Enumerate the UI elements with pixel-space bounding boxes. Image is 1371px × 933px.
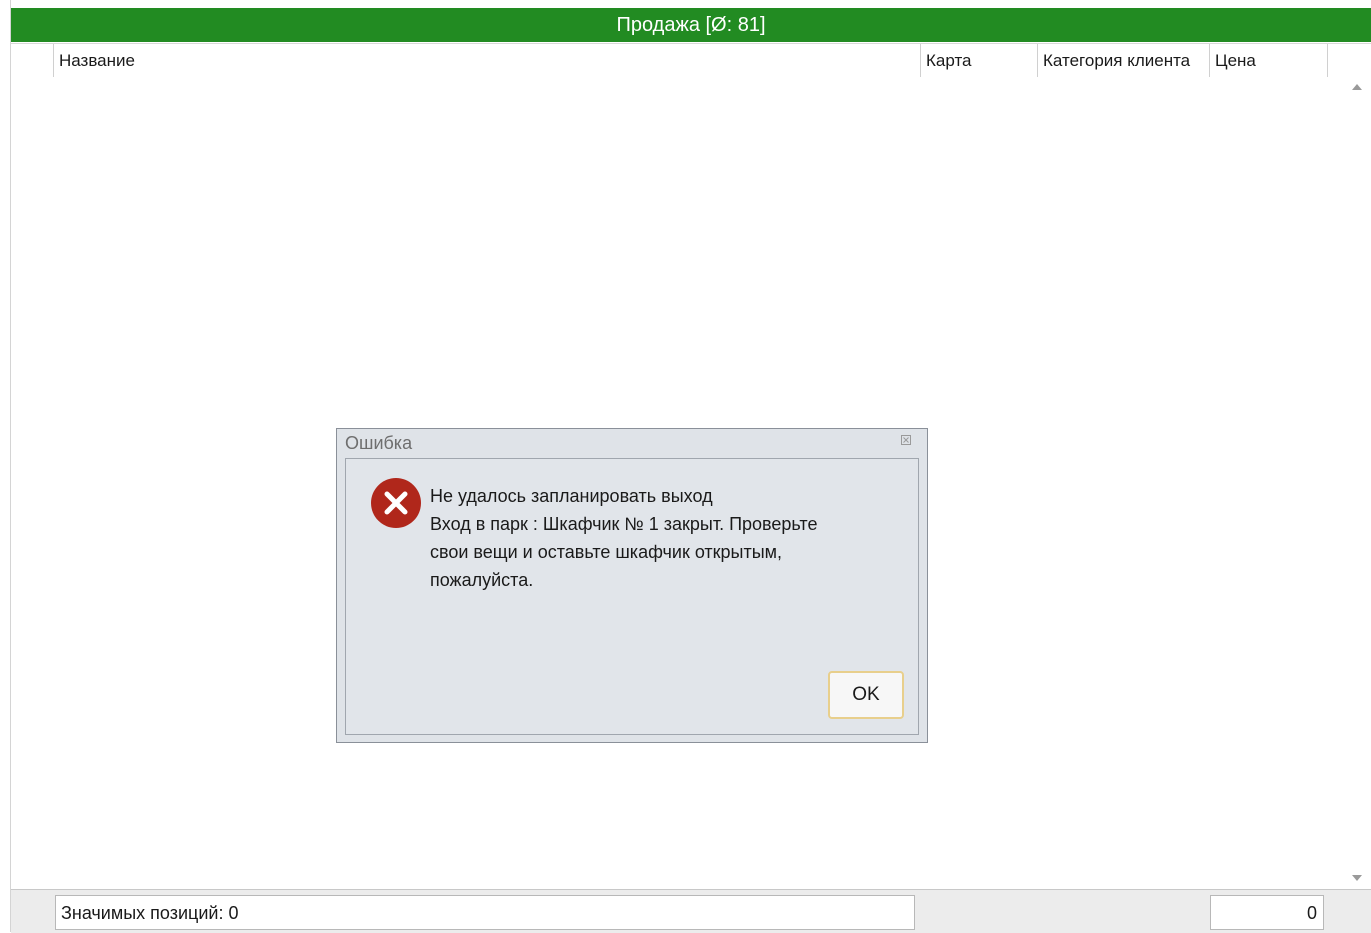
ok-button[interactable]: OK (828, 671, 904, 719)
column-header-card[interactable]: Карта (920, 44, 1038, 77)
vertical-scrollbar[interactable] (1344, 77, 1371, 888)
error-message-line: свои вещи и оставьте шкафчик открытым, (430, 542, 783, 562)
significant-positions-field: Значимых позиций: 0 (55, 895, 915, 930)
error-message-line: Вход в парк : Шкафчик № 1 закрыт. Провер… (430, 514, 818, 534)
column-header-category[interactable]: Категория клиента (1037, 44, 1211, 77)
error-message-line: Не удалось запланировать выход (430, 486, 713, 506)
dialog-content: Не удалось запланировать выход Вход в па… (345, 458, 919, 735)
error-message-line: пожалуйста. (430, 570, 534, 590)
column-header-name[interactable]: Название (53, 44, 933, 77)
sales-window: Продажа [Ø: 81] Название Карта Категория… (0, 0, 1371, 933)
column-header-price[interactable]: Цена (1209, 44, 1327, 77)
left-edge-panel (0, 0, 11, 932)
total-field: 0 (1210, 895, 1324, 930)
column-header-select[interactable] (11, 44, 53, 77)
scroll-down-icon[interactable] (1352, 875, 1362, 881)
footer-bar: Значимых позиций: 0 0 (11, 889, 1371, 933)
error-message: Не удалось запланировать выход Вход в па… (430, 482, 908, 594)
error-icon (371, 478, 421, 528)
column-header-extra[interactable] (1327, 44, 1371, 77)
grid-header: Название Карта Категория клиента Цена (11, 43, 1371, 78)
close-icon[interactable] (899, 435, 913, 449)
window-title: Продажа [Ø: 81] (11, 8, 1371, 42)
error-dialog: Ошибка Не удалось запланировать выход Вх… (336, 428, 928, 743)
dialog-title: Ошибка (345, 433, 413, 453)
scroll-up-icon[interactable] (1352, 84, 1362, 90)
